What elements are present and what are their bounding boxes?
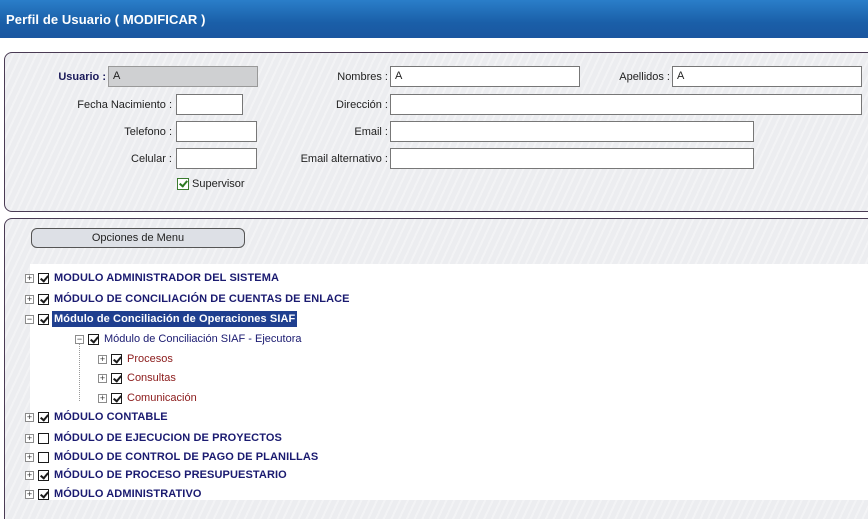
apellidos-label: Apellidos : xyxy=(619,71,670,83)
window-title: Perfil de Usuario ( MODIFICAR ) xyxy=(6,12,206,27)
telefono-field[interactable] xyxy=(176,121,257,142)
tree-node-label: MÓDULO DE PROCESO PRESUPUESTARIO xyxy=(54,469,287,481)
telefono-label: Telefono : xyxy=(124,126,172,138)
direccion-field[interactable] xyxy=(390,94,862,115)
tree-node-label: MODULO ADMINISTRADOR DEL SISTEMA xyxy=(54,272,280,284)
tree-checkbox[interactable] xyxy=(38,294,49,305)
celular-label: Celular : xyxy=(131,153,172,165)
tree-node-label: Comunicación xyxy=(127,392,197,404)
supervisor-checkbox[interactable] xyxy=(177,178,189,190)
fecha-nacimiento-field[interactable] xyxy=(176,94,243,115)
nombres-field[interactable]: A xyxy=(390,66,580,87)
direccion-label: Dirección : xyxy=(336,99,388,111)
supervisor-label: Supervisor xyxy=(192,178,245,190)
tree-checkbox[interactable] xyxy=(38,489,49,500)
tree-checkbox[interactable] xyxy=(38,273,49,284)
tree-node-label: MÓDULO ADMINISTRATIVO xyxy=(54,488,202,500)
expand-plus-icon[interactable]: + xyxy=(25,274,34,283)
expand-plus-icon[interactable]: + xyxy=(25,413,34,422)
opciones-de-menu-tab[interactable]: Opciones de Menu xyxy=(31,228,245,248)
tree-node-label: MÓDULO DE CONTROL DE PAGO DE PLANILLAS xyxy=(54,451,319,463)
email-alternativo-field[interactable] xyxy=(390,148,754,169)
tree-checkbox[interactable] xyxy=(38,452,49,463)
expand-plus-icon[interactable]: + xyxy=(25,434,34,443)
tree-node-label: Módulo de Conciliación de Operaciones SI… xyxy=(52,311,298,327)
tree-node-label: Procesos xyxy=(127,353,173,365)
tree-node-label: MÓDULO DE EJECUCION DE PROYECTOS xyxy=(54,432,282,444)
tree-checkbox[interactable] xyxy=(111,373,122,384)
expand-plus-icon[interactable]: + xyxy=(25,453,34,462)
tree-checkbox[interactable] xyxy=(38,314,49,325)
title-bar: Perfil de Usuario ( MODIFICAR ) xyxy=(0,0,868,38)
tree-checkbox[interactable] xyxy=(111,354,122,365)
email-field[interactable] xyxy=(390,121,754,142)
expand-plus-icon[interactable]: + xyxy=(25,295,34,304)
tree-node-label: MÓDULO CONTABLE xyxy=(54,411,168,423)
tree-checkbox[interactable] xyxy=(38,433,49,444)
tree-checkbox[interactable] xyxy=(111,393,122,404)
tree-checkbox[interactable] xyxy=(88,334,99,345)
collapse-minus-icon[interactable]: − xyxy=(75,335,84,344)
tree-node-label: MÓDULO DE CONCILIACIÓN DE CUENTAS DE ENL… xyxy=(54,293,350,305)
tree-checkbox[interactable] xyxy=(38,412,49,423)
tree-checkbox[interactable] xyxy=(38,470,49,481)
email-alternativo-label: Email alternativo : xyxy=(300,153,388,165)
expand-plus-icon[interactable]: + xyxy=(98,394,107,403)
usuario-label: Usuario : xyxy=(58,71,106,83)
fecha-nacimiento-label: Fecha Nacimiento : xyxy=(77,99,172,111)
email-label: Email : xyxy=(354,126,388,138)
celular-field[interactable] xyxy=(176,148,257,169)
expand-plus-icon[interactable]: + xyxy=(98,374,107,383)
tree-guide-line xyxy=(79,339,80,401)
nombres-label: Nombres : xyxy=(337,71,388,83)
usuario-field[interactable]: A xyxy=(108,66,258,87)
expand-plus-icon[interactable]: + xyxy=(98,355,107,364)
tree-node-label: Consultas xyxy=(127,372,176,384)
apellidos-field[interactable]: A xyxy=(672,66,862,87)
expand-plus-icon[interactable]: + xyxy=(25,471,34,480)
tree-node-label: Módulo de Conciliación SIAF - Ejecutora xyxy=(104,333,302,345)
collapse-minus-icon[interactable]: − xyxy=(25,315,34,324)
